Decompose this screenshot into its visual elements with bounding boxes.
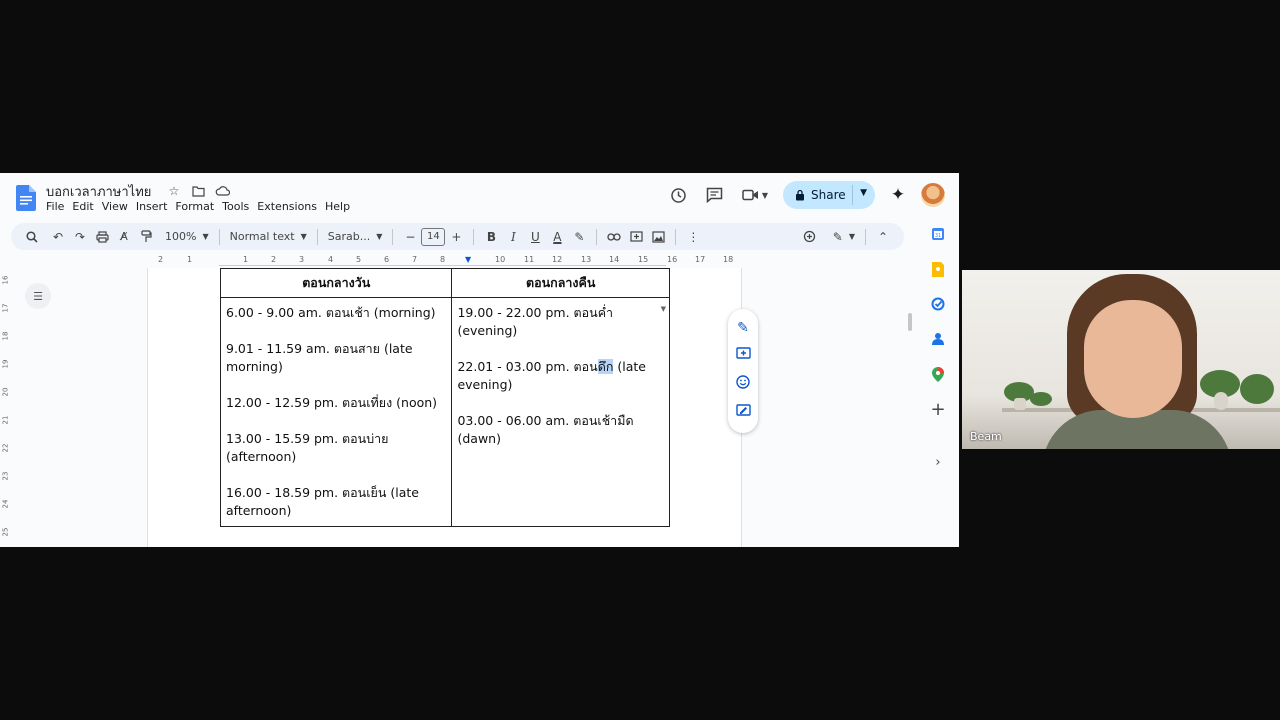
gemini-sparkle-icon[interactable]: ✦ (885, 182, 911, 208)
print-icon[interactable] (91, 226, 113, 248)
share-options-chevron-icon[interactable]: ▼ (860, 188, 867, 198)
pencil-icon: ✎ (832, 229, 843, 244)
suggest-edits-icon[interactable] (735, 404, 751, 422)
document-page[interactable]: ตอนกลางวัน ตอนกลางคืน 6.00 - 9.00 am. ตอ… (147, 268, 742, 547)
document-outline-icon[interactable]: ☰ (25, 283, 51, 309)
docs-window: บอกเวลาภาษาไทย ☆ File Edit View Insert F… (0, 173, 959, 547)
time-of-day-table[interactable]: ตอนกลางวัน ตอนกลางคืน 6.00 - 9.00 am. ตอ… (219, 268, 670, 527)
svg-text:31: 31 (935, 233, 941, 239)
menu-tools[interactable]: Tools (222, 200, 254, 213)
emoji-reaction-icon[interactable] (736, 375, 750, 393)
menu-bar: File Edit View Insert Format Tools Exten… (46, 200, 358, 213)
table-cell-day[interactable]: 6.00 - 9.00 am. ตอนเช้า (morning) 9.01 -… (219, 297, 453, 527)
list-item: 22.01 - 03.00 pm. ตอนดึก (late evening) (457, 359, 646, 392)
highlight-pen-icon[interactable]: ✎ (568, 226, 590, 248)
lock-icon (796, 189, 804, 201)
paragraph-style-select[interactable]: Normal text ▼ (226, 230, 311, 243)
menu-extensions[interactable]: Extensions (257, 200, 322, 213)
list-item: 9.01 - 11.59 am. ตอนสาย (late morning) (226, 341, 413, 374)
share-label: Share (811, 188, 846, 202)
chevron-down-icon: ▼ (202, 232, 209, 241)
cloud-saved-icon[interactable] (213, 182, 231, 200)
menu-help[interactable]: Help (325, 200, 355, 213)
menu-file[interactable]: File (46, 200, 69, 213)
plant-decor (1030, 392, 1052, 406)
formatting-toolbar: ↶ ↷ A̸ 100% ▼ Normal text ▼ Sarab... ▼ −… (11, 223, 904, 250)
account-avatar[interactable] (921, 183, 945, 207)
meet-camera-icon[interactable]: ▼ (737, 182, 773, 208)
menu-view[interactable]: View (102, 200, 133, 213)
chevron-down-icon: ▼ (848, 232, 855, 241)
list-item: 6.00 - 9.00 am. ตอนเช้า (morning) (226, 305, 436, 320)
table-header-night[interactable]: ตอนกลางคืน (451, 268, 670, 298)
bold-button[interactable]: B (480, 226, 502, 248)
decrease-font-size-button[interactable]: − (399, 226, 421, 248)
indent-marker-icon[interactable]: ▼ (465, 255, 471, 264)
list-item: 19.00 - 22.00 pm. ตอนค่ำ (evening) (457, 305, 614, 338)
maps-icon[interactable] (929, 365, 947, 383)
undo-icon[interactable]: ↶ (47, 226, 69, 248)
cell-options-chevron-icon[interactable]: ▼ (661, 300, 666, 318)
scrollbar-thumb[interactable] (908, 313, 912, 331)
zoom-value: 100% (165, 230, 197, 243)
video-tile[interactable]: Beam (962, 270, 1280, 449)
ai-edit-pencil-icon[interactable]: ✎ (737, 320, 749, 336)
redo-icon[interactable]: ↷ (69, 226, 91, 248)
docs-logo-icon[interactable] (16, 185, 36, 211)
horizontal-ruler[interactable]: 2 1 1 2 3 4 5 6 7 8 ▼ 10 11 12 13 14 15 … (147, 255, 742, 267)
paint-format-icon[interactable] (135, 226, 157, 248)
insert-image-icon[interactable] (647, 226, 669, 248)
underline-button[interactable]: U (524, 226, 546, 248)
share-button[interactable]: Share ▼ (783, 181, 875, 209)
list-item: 12.00 - 12.59 pm. ตอนเที่ยง (noon) (226, 395, 438, 410)
menu-edit[interactable]: Edit (72, 200, 98, 213)
hide-menus-chevron-up-icon[interactable]: ⌃ (872, 226, 894, 248)
chevron-down-icon: ▼ (376, 232, 383, 241)
participant-name: Beam (970, 430, 1002, 443)
list-item: 16.00 - 18.59 pm. ตอนเย็น (late afternoo… (226, 485, 419, 518)
zoom-select[interactable]: 100% ▼ (161, 230, 213, 243)
side-panel: 31 + › (922, 225, 954, 471)
spellcheck-icon[interactable]: A̸ (113, 226, 135, 248)
keep-icon[interactable] (929, 260, 947, 278)
italic-button[interactable]: I (502, 226, 524, 248)
ai-refine-icon[interactable] (799, 226, 821, 248)
table-header-day[interactable]: ตอนกลางวัน (219, 268, 453, 298)
move-folder-icon[interactable] (189, 182, 207, 200)
calendar-icon[interactable]: 31 (929, 225, 947, 243)
floating-actions: ✎ (728, 309, 758, 433)
menu-insert[interactable]: Insert (136, 200, 173, 213)
font-select[interactable]: Sarab... ▼ (324, 230, 387, 243)
tasks-icon[interactable] (929, 295, 947, 313)
star-icon[interactable]: ☆ (165, 182, 183, 200)
add-addon-icon[interactable]: + (929, 399, 947, 420)
font-size-input[interactable]: 14 (421, 227, 446, 246)
insert-link-icon[interactable] (603, 226, 625, 248)
contacts-icon[interactable] (929, 330, 947, 348)
increase-font-size-button[interactable]: + (445, 226, 467, 248)
document-title[interactable]: บอกเวลาภาษาไทย (46, 181, 151, 202)
plant-decor (1240, 374, 1274, 404)
list-item: 03.00 - 06.00 am. ตอนเช้ามืด (dawn) (457, 413, 634, 446)
more-options-icon[interactable]: ⋮ (682, 226, 704, 248)
chevron-down-icon: ▼ (300, 232, 307, 241)
editing-mode-select[interactable]: ✎ ▼ (829, 230, 859, 244)
selected-text: ดึก (597, 359, 614, 374)
search-menus-icon[interactable] (21, 226, 43, 248)
version-history-icon[interactable] (665, 182, 691, 208)
vertical-ruler[interactable]: 16 17 18 19 20 21 22 23 24 25 (0, 268, 10, 547)
participant-face (1084, 300, 1182, 418)
add-comment-icon[interactable] (735, 347, 751, 365)
paragraph-style-value: Normal text (229, 230, 295, 243)
expand-panel-chevron-icon[interactable]: › (929, 453, 947, 471)
header-actions: ▼ Share ▼ ✦ (665, 181, 945, 209)
menu-format[interactable]: Format (175, 200, 219, 213)
font-value: Sarab... (327, 230, 371, 243)
add-comment-icon[interactable] (625, 226, 647, 248)
list-item: 13.00 - 15.59 pm. ตอนบ่าย (afternoon) (226, 431, 389, 464)
comments-icon[interactable] (701, 182, 727, 208)
table-cell-night[interactable]: ▼ 19.00 - 22.00 pm. ตอนค่ำ (evening) 22.… (451, 297, 670, 527)
text-color-button[interactable]: A (546, 226, 568, 248)
